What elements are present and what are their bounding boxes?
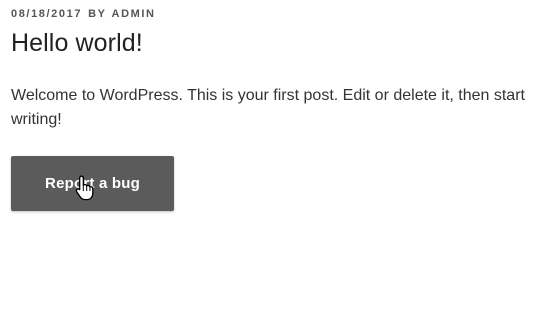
post-by-label: BY: [88, 8, 107, 20]
report-bug-button[interactable]: Report a bug: [11, 156, 174, 211]
post-date-link[interactable]: 08/18/2017: [11, 8, 82, 20]
post-content: Welcome to WordPress. This is your first…: [11, 87, 525, 128]
post-title[interactable]: Hello world!: [11, 29, 143, 58]
post-author-link[interactable]: ADMIN: [112, 8, 156, 20]
post-meta: 08/18/2017 BY ADMIN: [11, 8, 156, 20]
